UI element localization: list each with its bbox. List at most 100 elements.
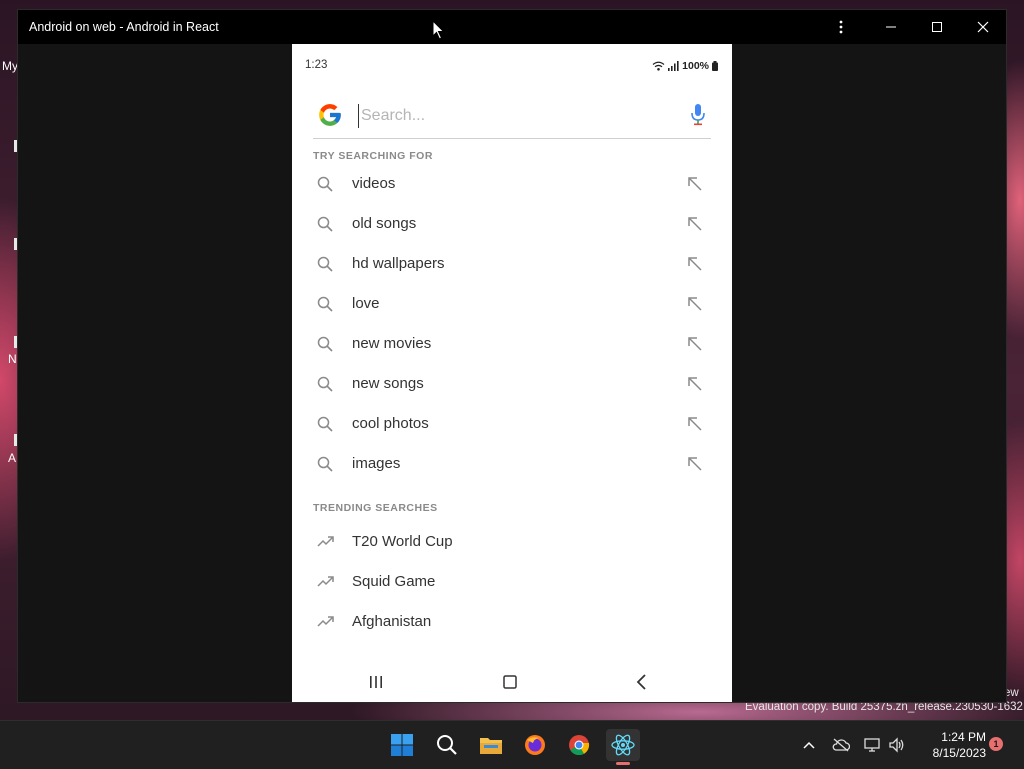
search-icon bbox=[317, 376, 333, 392]
maximize-icon bbox=[932, 22, 942, 32]
fill-query-arrow-icon[interactable] bbox=[687, 216, 703, 232]
battery-percent: 100% bbox=[682, 60, 709, 72]
item-label: hd wallpapers bbox=[352, 255, 445, 272]
search-taskbar-button[interactable] bbox=[430, 729, 464, 761]
cloud-offline-icon bbox=[832, 738, 850, 752]
speaker-icon bbox=[889, 737, 904, 753]
battery-icon bbox=[712, 61, 718, 71]
suggestion-item[interactable]: old songs bbox=[292, 204, 732, 244]
desktop-icon-label[interactable]: A bbox=[8, 451, 16, 465]
fill-query-arrow-icon[interactable] bbox=[687, 376, 703, 392]
item-label: T20 World Cup bbox=[352, 533, 453, 550]
trending-up-icon bbox=[317, 576, 334, 587]
close-icon bbox=[977, 21, 989, 33]
react-icon bbox=[611, 734, 635, 756]
android-nav-bar bbox=[292, 662, 732, 702]
status-time: 1:23 bbox=[305, 59, 328, 71]
item-label: new movies bbox=[352, 335, 432, 352]
minimize-button[interactable] bbox=[868, 10, 914, 44]
search-icon bbox=[317, 176, 333, 192]
evaluation-watermark: Evaluation copy. Build 25375.zn_release.… bbox=[745, 701, 1023, 713]
title-bar[interactable]: Android on web - Android in React bbox=[18, 10, 1006, 44]
trending-searches-label: TRENDING SEARCHES bbox=[313, 502, 438, 514]
item-label: new songs bbox=[352, 375, 424, 392]
desktop-icon-label[interactable]: N bbox=[8, 352, 17, 366]
suggestion-item[interactable]: hd wallpapers bbox=[292, 244, 732, 284]
suggestion-item[interactable]: love bbox=[292, 284, 732, 324]
network-icon bbox=[864, 738, 880, 752]
onedrive-button[interactable] bbox=[828, 729, 854, 761]
mouse-cursor-icon bbox=[432, 20, 445, 40]
try-searching-label: TRY SEARCHING FOR bbox=[313, 150, 433, 162]
fill-query-arrow-icon[interactable] bbox=[687, 336, 703, 352]
item-label: love bbox=[352, 295, 380, 312]
trending-up-icon bbox=[317, 536, 334, 547]
trending-item[interactable]: Squid Game bbox=[292, 562, 732, 602]
trending-item[interactable]: Afghanistan bbox=[292, 602, 732, 642]
phone-screen: 1:23 100% Search... TRY SEARCHING FOR vi… bbox=[292, 44, 732, 702]
chrome-icon bbox=[569, 735, 590, 756]
search-icon bbox=[317, 296, 333, 312]
wifi-icon bbox=[652, 61, 665, 71]
minimize-icon bbox=[886, 26, 896, 28]
recent-apps-icon bbox=[370, 676, 382, 688]
more-options-button[interactable] bbox=[818, 10, 864, 44]
start-button[interactable] bbox=[385, 729, 419, 761]
maximize-button[interactable] bbox=[914, 10, 960, 44]
taskbar-clock[interactable]: 1:24 PM 8/15/2023 bbox=[912, 729, 986, 761]
trending-up-icon bbox=[317, 616, 334, 627]
fill-query-arrow-icon[interactable] bbox=[687, 256, 703, 272]
notification-badge[interactable]: 1 bbox=[989, 737, 1003, 751]
home-icon bbox=[503, 675, 517, 689]
item-label: images bbox=[352, 455, 401, 472]
google-logo-icon[interactable] bbox=[317, 102, 343, 128]
volume-button[interactable] bbox=[884, 729, 910, 761]
close-button[interactable] bbox=[960, 10, 1006, 44]
chrome-button[interactable] bbox=[562, 729, 596, 761]
recent-apps-button[interactable] bbox=[364, 672, 388, 692]
search-icon bbox=[317, 456, 333, 472]
search-bar[interactable] bbox=[313, 94, 711, 139]
app-content: 1:23 100% Search... TRY SEARCHING FOR vi… bbox=[18, 44, 1006, 702]
search-input[interactable] bbox=[358, 104, 671, 128]
fill-query-arrow-icon[interactable] bbox=[687, 176, 703, 192]
home-button[interactable] bbox=[498, 672, 522, 692]
taskbar: 1:24 PM 8/15/2023 1 bbox=[0, 720, 1024, 769]
firefox-button[interactable] bbox=[518, 729, 552, 761]
trending-item[interactable]: T20 World Cup bbox=[292, 522, 732, 562]
suggestion-item[interactable]: cool photos bbox=[292, 404, 732, 444]
item-label: old songs bbox=[352, 215, 417, 232]
search-icon bbox=[437, 735, 457, 755]
file-explorer-button[interactable] bbox=[474, 729, 508, 761]
active-app-indicator bbox=[616, 762, 630, 765]
fill-query-arrow-icon[interactable] bbox=[687, 456, 703, 472]
kebab-icon bbox=[839, 20, 843, 34]
back-button[interactable] bbox=[630, 672, 654, 692]
app-window: Android on web - Android in React 1:23 1… bbox=[18, 10, 1006, 702]
clock-time: 1:24 PM bbox=[941, 730, 986, 744]
item-label: videos bbox=[352, 175, 396, 192]
status-icons: 100% bbox=[652, 60, 718, 72]
search-icon bbox=[317, 256, 333, 272]
show-hidden-icons-button[interactable] bbox=[796, 729, 822, 761]
microphone-icon[interactable] bbox=[691, 104, 705, 126]
suggestion-item[interactable]: images bbox=[292, 444, 732, 484]
search-icon bbox=[317, 416, 333, 432]
chevron-up-icon bbox=[803, 741, 815, 749]
clock-date: 8/15/2023 bbox=[932, 746, 986, 760]
fill-query-arrow-icon[interactable] bbox=[687, 416, 703, 432]
watermark-fragment: ew bbox=[1004, 687, 1019, 699]
suggestion-item[interactable]: new movies bbox=[292, 324, 732, 364]
search-icon bbox=[317, 336, 333, 352]
network-button[interactable] bbox=[860, 729, 886, 761]
item-label: cool photos bbox=[352, 415, 429, 432]
signal-icon bbox=[668, 61, 679, 71]
react-app-button[interactable] bbox=[606, 729, 640, 761]
status-bar: 1:23 100% bbox=[292, 44, 732, 88]
fill-query-arrow-icon[interactable] bbox=[687, 296, 703, 312]
item-label: Afghanistan bbox=[352, 613, 432, 630]
window-title: Android on web - Android in React bbox=[29, 20, 219, 34]
suggestion-item[interactable]: videos bbox=[292, 164, 732, 204]
suggestion-item[interactable]: new songs bbox=[292, 364, 732, 404]
desktop-icon-label[interactable]: My bbox=[2, 59, 18, 73]
